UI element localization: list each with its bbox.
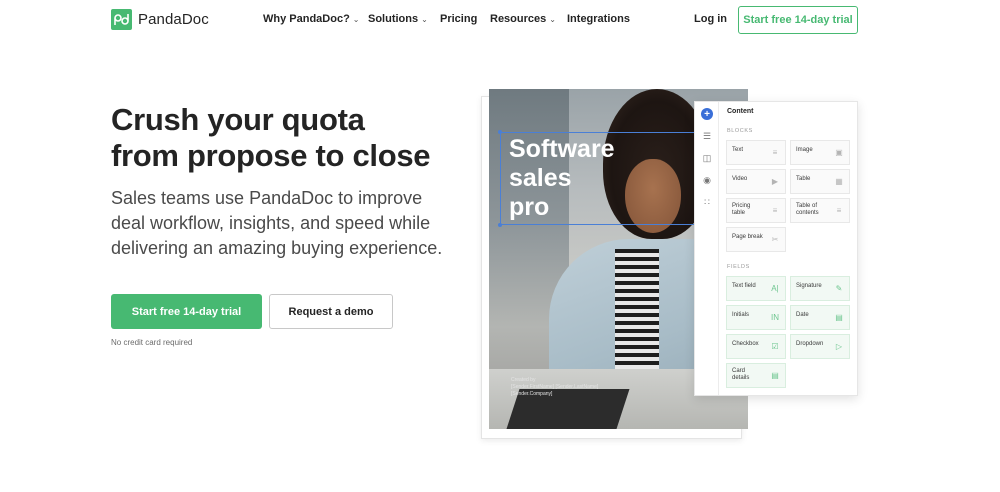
document-footer-line: [Sender.Company] — [511, 391, 553, 397]
selection-handle[interactable] — [498, 223, 502, 227]
panel-icon-rail: + ☰ ◫ ◉ ∷ — [695, 102, 719, 395]
hero-title-line: Crush your quota — [111, 102, 365, 137]
field-dropdown[interactable]: Dropdown ▷ — [790, 334, 850, 359]
hero-title: Crush your quota from propose to close — [111, 102, 471, 174]
document-heading-line: pro — [509, 193, 550, 221]
document-heading[interactable]: Software sales pro — [509, 135, 615, 222]
field-label: Card details — [732, 368, 750, 381]
signature-icon: ✎ — [835, 284, 843, 293]
hero-subtitle: Sales teams use PandaDoc to improve deal… — [111, 186, 471, 261]
block-label: Table of contents — [796, 203, 819, 216]
block-image[interactable]: Image ▣ — [790, 140, 850, 165]
variables-icon[interactable]: ◫ — [701, 152, 713, 164]
hero-subtitle-line: delivering an amazing buying experience. — [111, 238, 443, 258]
top-nav: PandaDoc Why PandaDoc? ⌄ Solutions ⌄ Pri… — [0, 0, 1000, 40]
hero-subtitle-line: deal workflow, insights, and speed while — [111, 213, 431, 233]
field-card-details[interactable]: Card details ▤ — [726, 363, 786, 388]
dropdown-icon: ▷ — [835, 342, 843, 351]
field-date[interactable]: Date ▤ — [790, 305, 850, 330]
design-palette-icon[interactable]: ◉ — [701, 174, 713, 186]
block-label: Text — [732, 147, 744, 153]
settings-sliders-icon[interactable]: ☰ — [701, 130, 713, 142]
pricing-table-icon: ≡ — [772, 206, 778, 215]
date-icon: ▤ — [835, 313, 843, 322]
field-text[interactable]: Text field A| — [726, 276, 786, 301]
block-video[interactable]: Video ▶ — [726, 169, 786, 194]
block-pricing-table[interactable]: Pricing table ≡ — [726, 198, 786, 223]
nav-why-pandadoc[interactable]: Why PandaDoc? ⌄ — [263, 13, 360, 25]
brand-name: PandaDoc — [138, 11, 209, 28]
apps-grid-icon[interactable]: ∷ — [701, 196, 713, 208]
page-break-icon: ✂ — [771, 235, 779, 244]
block-text[interactable]: Text ≡ — [726, 140, 786, 165]
field-checkbox[interactable]: Checkbox ☑ — [726, 334, 786, 359]
nav-start-trial-button[interactable]: Start free 14-day trial — [738, 6, 858, 34]
selection-handle[interactable] — [498, 130, 502, 134]
text-field-icon: A| — [771, 284, 779, 293]
field-label: Date — [796, 312, 809, 318]
blocks-heading: BLOCKS — [727, 128, 753, 134]
nav-resources[interactable]: Resources ⌄ — [490, 13, 556, 25]
field-label: Dropdown — [796, 341, 824, 347]
field-label: Text field — [732, 283, 756, 289]
block-table-of-contents[interactable]: Table of contents ≡ — [790, 198, 850, 223]
chevron-down-icon: ⌄ — [421, 14, 428, 24]
hero-subtitle-line: Sales teams use PandaDoc to improve — [111, 188, 423, 208]
chevron-down-icon: ⌄ — [549, 14, 556, 24]
document-heading-line: sales — [509, 164, 572, 192]
nav-resources-label: Resources — [490, 13, 547, 25]
field-signature[interactable]: Signature ✎ — [790, 276, 850, 301]
nav-solutions-label: Solutions — [368, 13, 419, 25]
field-label: Signature — [796, 283, 822, 289]
block-label: Pricing table — [732, 203, 751, 216]
nav-integrations-label: Integrations — [567, 13, 630, 25]
block-label: Page break — [732, 234, 763, 240]
content-panel: + ☰ ◫ ◉ ∷ Content BLOCKS Text ≡ Image ▣ … — [694, 101, 858, 396]
table-block-icon: ▦ — [835, 177, 843, 186]
video-block-icon: ▶ — [771, 177, 779, 186]
hero-title-line: from propose to close — [111, 138, 431, 173]
block-label: Video — [732, 176, 748, 182]
no-credit-card-note: No credit card required — [111, 338, 193, 347]
block-label: Image — [796, 147, 813, 153]
request-demo-button[interactable]: Request a demo — [269, 294, 393, 329]
field-label: Initials — [732, 312, 750, 318]
nav-integrations[interactable]: Integrations — [567, 13, 630, 25]
toc-icon: ≡ — [836, 206, 842, 215]
block-table[interactable]: Table ▦ — [790, 169, 850, 194]
panel-title: Content — [727, 108, 754, 115]
field-label: Checkbox — [732, 341, 759, 347]
add-content-icon[interactable]: + — [701, 108, 713, 120]
field-initials[interactable]: Initials IN — [726, 305, 786, 330]
pandadoc-logo-icon — [111, 9, 132, 30]
start-trial-button[interactable]: Start free 14-day trial — [111, 294, 262, 329]
nav-why-pandadoc-label: Why PandaDoc? — [263, 13, 350, 25]
initials-icon: IN — [771, 313, 779, 322]
block-label: Table — [796, 176, 811, 182]
document-footer-line: [Sender.FirstName] [Sender.LastName] — [511, 384, 599, 390]
login-link[interactable]: Log in — [694, 13, 727, 25]
chevron-down-icon: ⌄ — [352, 14, 360, 24]
block-page-break[interactable]: Page break ✂ — [726, 227, 786, 252]
image-block-icon: ▣ — [835, 148, 843, 157]
card-details-icon: ▤ — [771, 371, 779, 380]
nav-solutions[interactable]: Solutions ⌄ — [368, 13, 428, 25]
pandadoc-logo[interactable]: PandaDoc — [111, 9, 209, 30]
text-block-icon: ≡ — [772, 148, 778, 157]
checkbox-icon: ☑ — [771, 342, 779, 351]
nav-pricing-label: Pricing — [440, 13, 478, 25]
document-heading-line: Software — [509, 135, 615, 163]
photo-person-shirt — [615, 249, 659, 379]
fields-heading: FIELDS — [727, 264, 750, 270]
document-footer-line: Created by — [511, 377, 536, 383]
document-footer: Created by [Sender.FirstName] [Sender.La… — [511, 377, 598, 398]
nav-pricing[interactable]: Pricing — [440, 13, 477, 25]
